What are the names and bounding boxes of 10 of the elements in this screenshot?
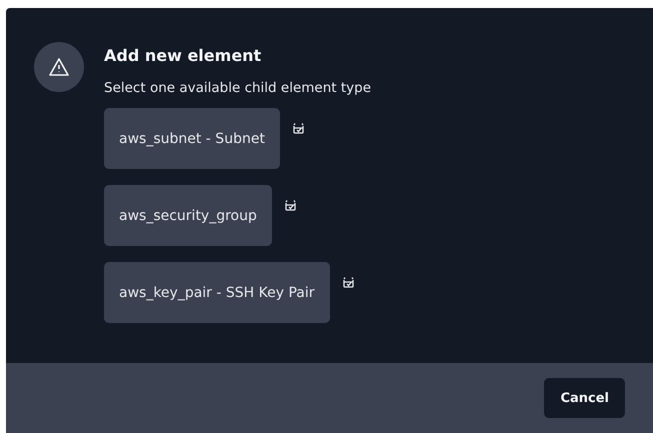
element-type-option[interactable]: aws_subnet - Subnet (104, 108, 280, 169)
element-type-icon (284, 199, 297, 212)
element-type-icon (342, 276, 355, 289)
element-type-option[interactable]: aws_security_group (104, 185, 272, 246)
warning-icon (34, 42, 84, 92)
dialog-title: Add new element (104, 46, 262, 65)
dialog-message: Select one available child element type (104, 80, 372, 96)
element-type-option[interactable]: aws_key_pair - SSH Key Pair (104, 262, 330, 323)
cancel-button[interactable]: Cancel (544, 378, 625, 418)
element-type-icon (292, 122, 305, 135)
